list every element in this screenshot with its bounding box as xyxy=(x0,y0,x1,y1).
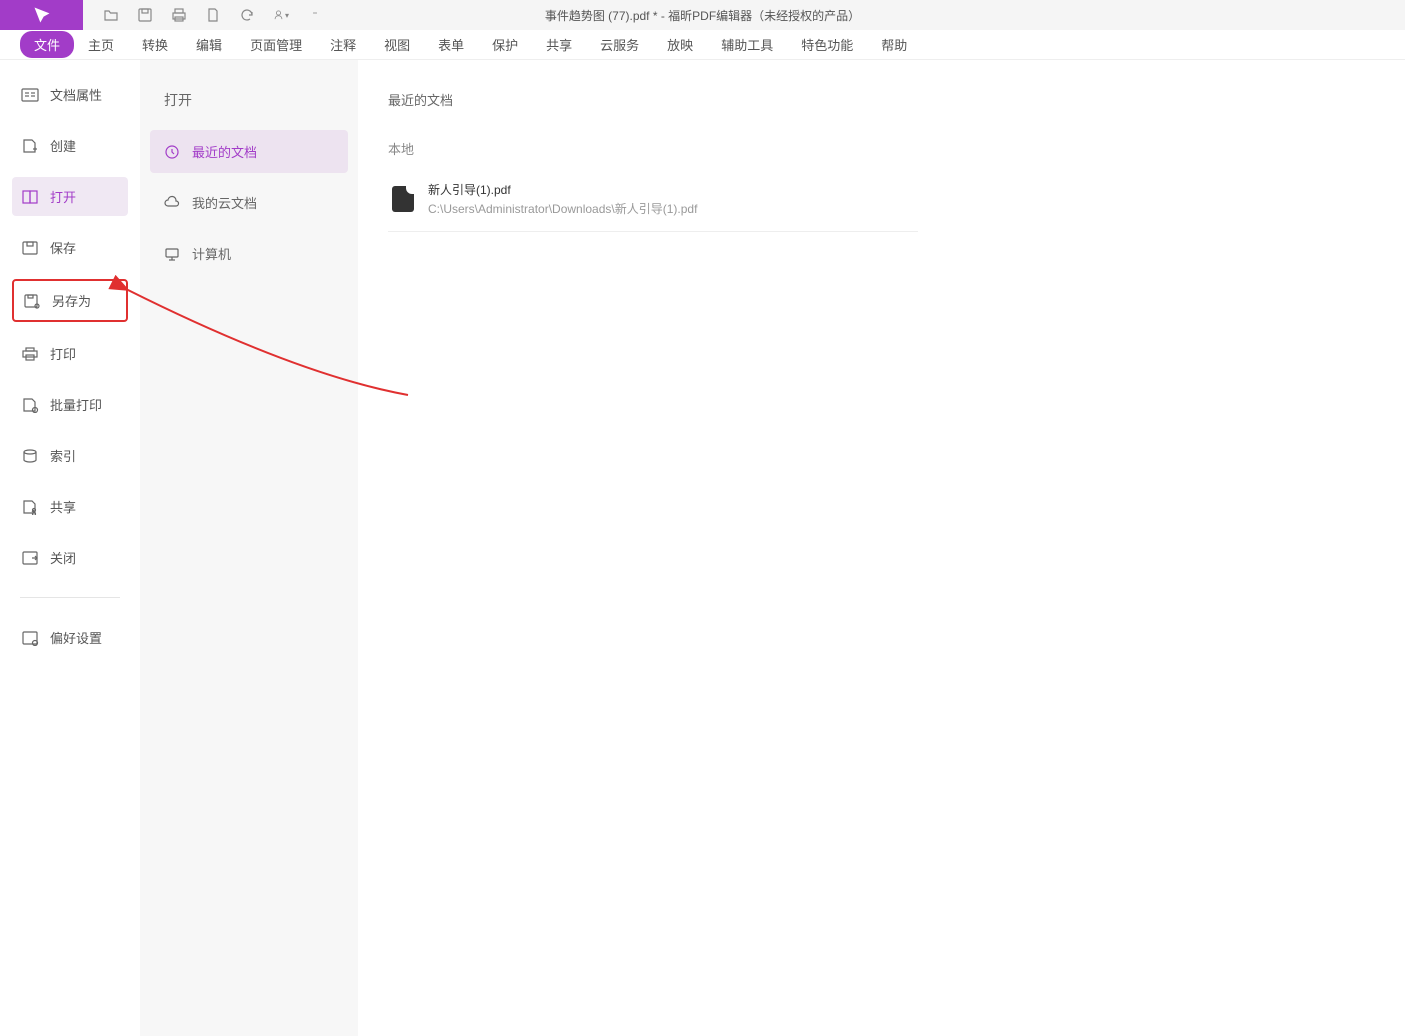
menu-play[interactable]: 放映 xyxy=(653,31,707,58)
window-title: 事件趋势图 (77).pdf * - 福昕PDF编辑器（未经授权的产品） xyxy=(545,7,860,24)
menu-page[interactable]: 页面管理 xyxy=(236,31,316,58)
sidebar-item-label: 打开 xyxy=(50,187,76,206)
open-icon[interactable] xyxy=(103,7,119,23)
sidebar-item-open[interactable]: 打开 xyxy=(12,177,128,216)
sidebar-item-label: 批量打印 xyxy=(50,395,102,414)
print-icon[interactable] xyxy=(171,7,187,23)
open-sidebar-title: 打开 xyxy=(150,90,348,130)
menu-protect[interactable]: 保护 xyxy=(478,31,532,58)
recent-doc-item[interactable]: 新人引导(1).pdf C:\Users\Administrator\Downl… xyxy=(388,173,918,232)
sidebar-item-label: 偏好设置 xyxy=(50,628,102,647)
sidebar2-item-label: 最近的文档 xyxy=(192,142,257,161)
file-sidebar: 文档属性 创建 打开 保存 另存为 打印 批量打印 索引 xyxy=(0,60,140,1036)
sidebar-item-label: 另存为 xyxy=(52,291,91,310)
sidebar-item-index[interactable]: 索引 xyxy=(12,436,128,475)
sidebar-item-create[interactable]: 创建 xyxy=(12,126,128,165)
sidebar2-item-recent[interactable]: 最近的文档 xyxy=(150,130,348,173)
save-file-icon xyxy=(20,240,40,256)
create-icon xyxy=(20,138,40,154)
menu-special[interactable]: 特色功能 xyxy=(787,31,867,58)
cloud-icon xyxy=(164,195,180,211)
menu-convert[interactable]: 转换 xyxy=(128,31,182,58)
open-file-icon xyxy=(20,189,40,205)
sidebar-item-label: 保存 xyxy=(50,238,76,257)
more-icon[interactable]: ⁼ xyxy=(307,7,323,23)
open-sidebar: 打开 最近的文档 我的云文档 计算机 xyxy=(140,60,358,1036)
menu-form[interactable]: 表单 xyxy=(424,31,478,58)
titlebar: ▾ ⁼ 事件趋势图 (77).pdf * - 福昕PDF编辑器（未经授权的产品） xyxy=(0,0,1405,30)
sidebar-item-label: 文档属性 xyxy=(50,85,102,104)
sidebar-item-saveas[interactable]: 另存为 xyxy=(12,279,128,322)
print-file-icon xyxy=(20,346,40,362)
sidebar2-item-label: 计算机 xyxy=(192,244,231,263)
sidebar-item-save[interactable]: 保存 xyxy=(12,228,128,267)
prefs-icon xyxy=(20,630,40,646)
sidebar2-item-mycloud[interactable]: 我的云文档 xyxy=(150,181,348,224)
doc-path: C:\Users\Administrator\Downloads\新人引导(1)… xyxy=(428,200,697,217)
save-icon[interactable] xyxy=(137,7,153,23)
menu-view[interactable]: 视图 xyxy=(370,31,424,58)
sidebar-item-docprops[interactable]: 文档属性 xyxy=(12,75,128,114)
clock-icon xyxy=(164,144,180,160)
sidebar-item-label: 索引 xyxy=(50,446,76,465)
menu-share[interactable]: 共享 xyxy=(532,31,586,58)
main-area: 最近的文档 本地 新人引导(1).pdf C:\Users\Administra… xyxy=(358,60,1405,1036)
sidebar-item-label: 共享 xyxy=(50,497,76,516)
menu-annotate[interactable]: 注释 xyxy=(316,31,370,58)
menu-help[interactable]: 帮助 xyxy=(867,31,921,58)
sidebar-item-close[interactable]: 关闭 xyxy=(12,538,128,577)
sidebar-item-label: 创建 xyxy=(50,136,76,155)
main-title: 最近的文档 xyxy=(388,90,1375,109)
sidebar-item-label: 打印 xyxy=(50,344,76,363)
page-icon[interactable] xyxy=(205,7,221,23)
docprops-icon xyxy=(20,87,40,103)
redo-icon[interactable] xyxy=(239,7,255,23)
menu-aux[interactable]: 辅助工具 xyxy=(707,31,787,58)
sidebar-item-prefs[interactable]: 偏好设置 xyxy=(12,618,128,657)
doc-name: 新人引导(1).pdf xyxy=(428,181,697,198)
section-local-label: 本地 xyxy=(388,139,1375,158)
menu-home[interactable]: 主页 xyxy=(74,31,128,58)
menu-edit[interactable]: 编辑 xyxy=(182,31,236,58)
menu-cloud[interactable]: 云服务 xyxy=(586,31,653,58)
share-icon xyxy=(20,499,40,515)
user-icon[interactable]: ▾ xyxy=(273,7,289,23)
batchprint-icon xyxy=(20,397,40,413)
close-file-icon xyxy=(20,550,40,566)
sidebar2-item-label: 我的云文档 xyxy=(192,193,257,212)
sidebar-item-label: 关闭 xyxy=(50,548,76,567)
pdf-icon xyxy=(392,186,414,212)
sidebar-item-print[interactable]: 打印 xyxy=(12,334,128,373)
computer-icon xyxy=(164,246,180,262)
sidebar-item-batchprint[interactable]: 批量打印 xyxy=(12,385,128,424)
sidebar-item-share[interactable]: 共享 xyxy=(12,487,128,526)
menu-file[interactable]: 文件 xyxy=(20,31,74,58)
sidebar2-item-computer[interactable]: 计算机 xyxy=(150,232,348,275)
menubar: 文件 主页 转换 编辑 页面管理 注释 视图 表单 保护 共享 云服务 放映 辅… xyxy=(0,30,1405,60)
saveas-icon xyxy=(22,293,42,309)
app-logo[interactable] xyxy=(0,0,83,30)
divider xyxy=(20,597,120,598)
index-icon xyxy=(20,448,40,464)
